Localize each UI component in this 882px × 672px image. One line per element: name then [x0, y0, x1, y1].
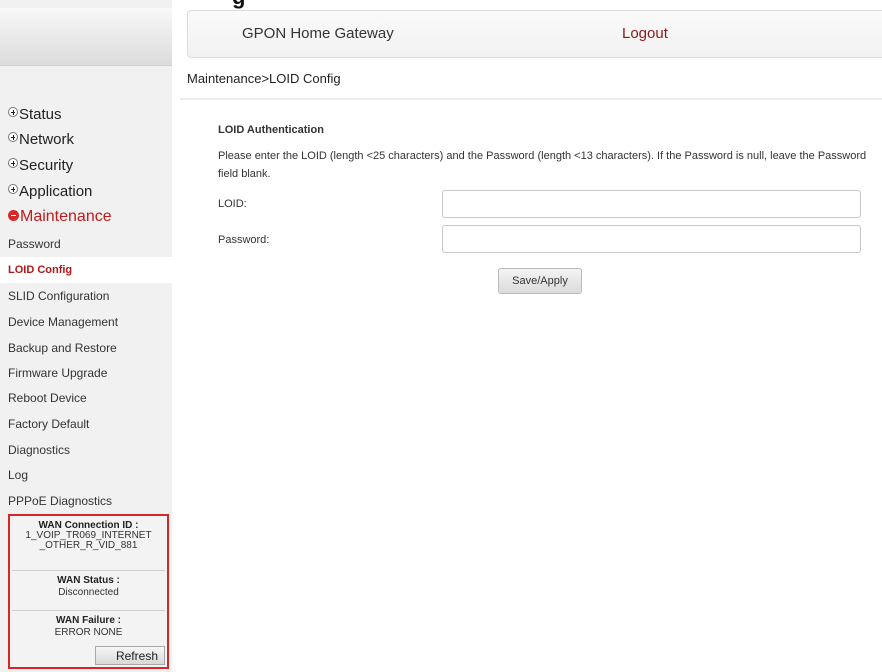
sidebar-group-maintenance[interactable]: Maintenance — [8, 208, 112, 226]
wan-connection-id-value-line2: _OTHER_R_VID_881 — [39, 540, 138, 551]
sidebar-item-pppoe-diagnostics[interactable]: PPPoE Diagnostics — [0, 488, 172, 514]
loid-label: LOID: — [218, 198, 247, 210]
divider — [180, 98, 882, 100]
wan-failure-label: WAN Failure : — [55, 615, 121, 626]
instructions-text: Please enter the LOID (length <25 charac… — [218, 150, 867, 180]
sidebar-group-status[interactable]: Status — [8, 106, 62, 123]
sidebar-item-backup-restore[interactable]: Backup and Restore — [0, 335, 172, 361]
sidebar-item-diagnostics[interactable]: Diagnostics — [0, 437, 172, 463]
expand-icon — [8, 183, 18, 194]
expand-icon — [8, 106, 18, 117]
sidebar-item-loid-config[interactable]: LOID Config — [0, 257, 172, 283]
logout-link[interactable]: Logout — [622, 25, 668, 42]
sidebar-item-log[interactable]: Log — [0, 462, 172, 488]
refresh-button[interactable]: Refresh — [95, 646, 165, 665]
sidebar: Status Network Security Application Main… — [0, 0, 172, 672]
wan-status-section: WAN Status : Disconnected — [10, 571, 167, 610]
sidebar-item-factory-default[interactable]: Factory Default — [0, 411, 172, 437]
sidebar-group-label: Maintenance — [20, 208, 112, 225]
wan-status-value: Disconnected — [58, 587, 119, 598]
breadcrumb: Maintenance>LOID Config — [187, 71, 341, 86]
sidebar-item-password[interactable]: Password — [0, 231, 172, 257]
sidebar-group-label: Network — [19, 131, 75, 148]
password-label: Password: — [218, 234, 270, 246]
sidebar-item-firmware-upgrade[interactable]: Firmware Upgrade — [0, 360, 172, 386]
save-apply-button[interactable]: Save/Apply — [498, 268, 582, 294]
sidebar-group-application[interactable]: Application — [8, 183, 92, 200]
wan-failure-section: WAN Failure : ERROR NONE — [10, 611, 167, 640]
header-partial-text: g — [232, 0, 245, 10]
sidebar-group-network[interactable]: Network — [8, 131, 74, 148]
section-title: LOID Authentication — [218, 124, 324, 136]
expand-icon — [8, 131, 18, 142]
sidebar-item-slid-configuration[interactable]: SLID Configuration — [0, 283, 172, 309]
collapse-icon — [8, 209, 19, 221]
wan-connection-section: WAN Connection ID : 1_VOIP_TR069_INTERNE… — [10, 516, 167, 570]
expand-icon — [8, 157, 18, 168]
wan-status-panel: WAN Connection ID : 1_VOIP_TR069_INTERNE… — [8, 514, 169, 669]
wan-failure-value: ERROR NONE — [54, 627, 123, 638]
header-title: GPON Home Gateway — [242, 25, 394, 42]
wan-status-label: WAN Status : — [57, 575, 120, 586]
sidebar-group-label: Security — [19, 157, 74, 174]
sidebar-group-label: Application — [19, 183, 93, 200]
sidebar-item-reboot-device[interactable]: Reboot Device — [0, 385, 172, 411]
password-input[interactable] — [442, 225, 861, 253]
sidebar-logo-area — [0, 8, 172, 66]
sidebar-group-security[interactable]: Security — [8, 157, 73, 174]
sidebar-group-label: Status — [19, 106, 62, 123]
header-bar: GPON Home Gateway Logout — [187, 10, 882, 58]
loid-input[interactable] — [442, 190, 861, 218]
sidebar-item-device-management[interactable]: Device Management — [0, 309, 172, 335]
